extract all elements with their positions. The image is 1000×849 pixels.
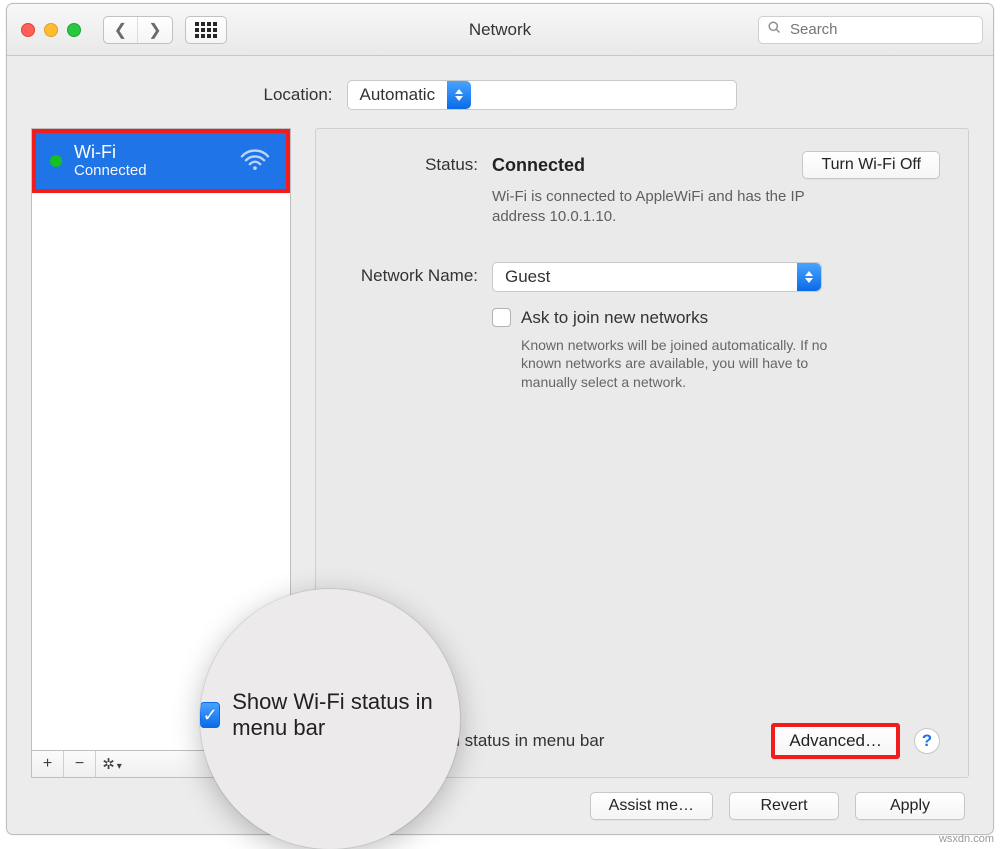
back-button[interactable]: ❮ xyxy=(104,17,138,43)
search-input[interactable] xyxy=(788,20,974,39)
select-stepper-icon xyxy=(797,263,821,291)
wifi-icon xyxy=(238,146,272,177)
toolbar-nav: ❮ ❯ xyxy=(103,16,227,44)
main-area: Wi-Fi Connected + − xyxy=(7,128,993,792)
back-forward-buttons[interactable]: ❮ ❯ xyxy=(103,16,173,44)
search-field-wrap[interactable] xyxy=(758,16,983,44)
chevron-left-icon: ❮ xyxy=(114,20,127,40)
status-dot-icon xyxy=(50,155,62,167)
gear-icon: ✲▾ xyxy=(102,755,122,773)
service-text: Wi-Fi Connected xyxy=(74,143,226,180)
service-sidebar: Wi-Fi Connected + − xyxy=(31,128,291,778)
location-label: Location: xyxy=(264,85,333,105)
grid-icon xyxy=(195,22,217,38)
help-icon: ? xyxy=(922,731,932,751)
chevron-right-icon: ❯ xyxy=(148,20,161,40)
advanced-button[interactable]: Advanced… xyxy=(771,723,900,759)
checkbox-checked-icon: ✓ xyxy=(344,732,363,751)
ask-join-help: Known networks will be joined automatica… xyxy=(492,336,832,393)
location-row: Location: Automatic xyxy=(7,56,993,128)
add-service-button[interactable]: + xyxy=(32,751,64,777)
service-list-footer: + − ✲▾ xyxy=(31,750,291,778)
detail-panel: Status: Connected Turn Wi-Fi Off Wi-Fi i… xyxy=(315,128,969,778)
remove-service-button[interactable]: − xyxy=(64,751,96,777)
footer-buttons: Assist me… Revert Apply xyxy=(7,792,993,834)
minimize-window-button[interactable] xyxy=(44,23,58,37)
apply-button[interactable]: Apply xyxy=(855,792,965,820)
show-all-button[interactable] xyxy=(185,16,227,44)
location-value: Automatic xyxy=(348,85,448,105)
status-description: Wi-Fi is connected to AppleWiFi and has … xyxy=(492,187,848,228)
title-bar: ❮ ❯ Network xyxy=(7,4,993,56)
turn-wifi-off-button[interactable]: Turn Wi-Fi Off xyxy=(802,151,940,179)
location-select[interactable]: Automatic xyxy=(347,80,737,110)
search-icon xyxy=(767,20,782,40)
forward-button[interactable]: ❯ xyxy=(138,17,172,43)
ask-join-label: Ask to join new networks xyxy=(521,308,708,328)
assist-me-button[interactable]: Assist me… xyxy=(590,792,713,820)
network-name-row: Network Name: Guest xyxy=(344,262,940,292)
network-name-label: Network Name: xyxy=(344,262,492,286)
select-stepper-icon xyxy=(447,81,471,109)
service-item-wifi[interactable]: Wi-Fi Connected xyxy=(32,129,290,193)
ask-join-checkbox[interactable]: Ask to join new networks xyxy=(492,308,940,328)
detail-bottom-row: ✓ Show Wi-Fi status in menu bar Advanced… xyxy=(344,703,940,759)
window-controls xyxy=(7,23,81,37)
checkbox-unchecked-icon xyxy=(492,308,511,327)
network-name-value: Guest xyxy=(493,267,562,287)
minus-icon: − xyxy=(75,755,84,773)
plus-icon: + xyxy=(43,755,52,773)
network-name-select[interactable]: Guest xyxy=(492,262,822,292)
service-list[interactable]: Wi-Fi Connected xyxy=(31,128,291,750)
close-window-button[interactable] xyxy=(21,23,35,37)
ask-join-row: Ask to join new networks Known networks … xyxy=(344,308,940,393)
status-label: Status: xyxy=(344,151,492,175)
revert-button[interactable]: Revert xyxy=(729,792,839,820)
help-button[interactable]: ? xyxy=(914,728,940,754)
service-status: Connected xyxy=(74,162,226,179)
show-status-label: Show Wi-Fi status in menu bar xyxy=(373,731,604,751)
zoom-window-button[interactable] xyxy=(67,23,81,37)
network-preferences-window: ❮ ❯ Network Location: Automatic xyxy=(6,3,994,835)
show-status-checkbox[interactable]: ✓ Show Wi-Fi status in menu bar xyxy=(344,731,604,751)
service-actions-button[interactable]: ✲▾ xyxy=(96,751,128,777)
watermark: wsxdn.com xyxy=(939,833,994,845)
status-value: Connected xyxy=(492,155,585,176)
status-row: Status: Connected Turn Wi-Fi Off Wi-Fi i… xyxy=(344,151,940,228)
service-name: Wi-Fi xyxy=(74,143,226,163)
